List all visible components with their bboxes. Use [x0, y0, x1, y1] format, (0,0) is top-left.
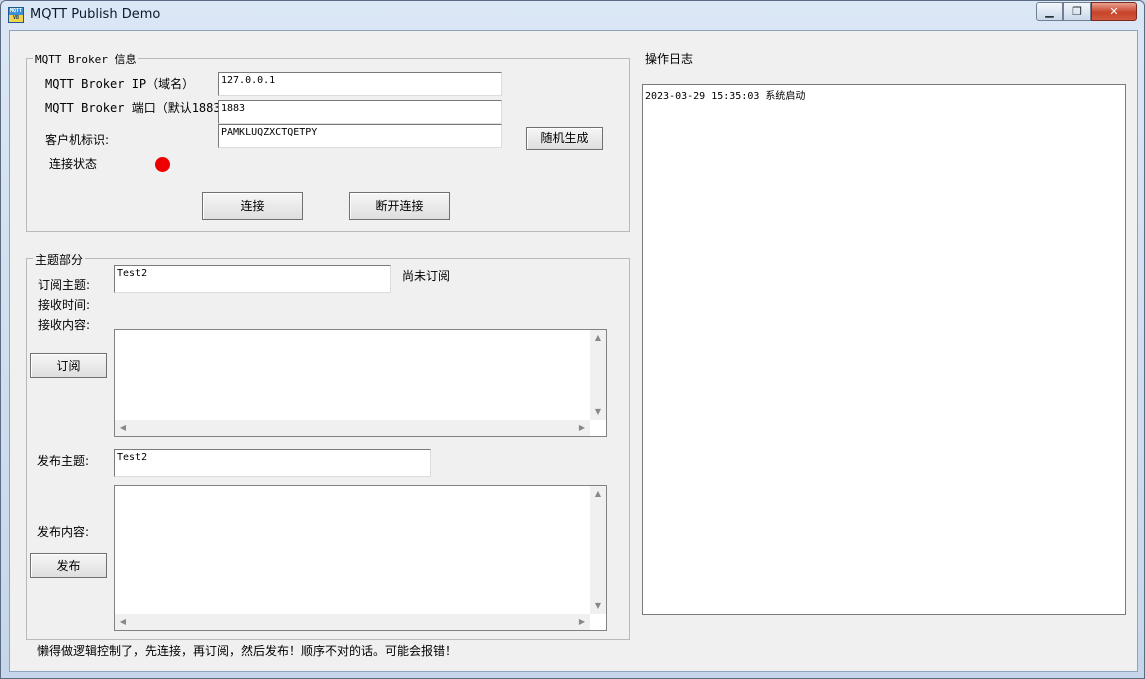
footer-note: 懒得做逻辑控制了，先连接，再订阅，然后发布！顺序不对的话。可能会报错！ [37, 644, 458, 658]
disconnect-button[interactable]: 断开连接 [349, 192, 450, 220]
app-icon: MQTT VB [8, 7, 24, 23]
connection-status-indicator [155, 157, 170, 172]
broker-group: MQTT Broker 信息 MQTT Broker IP（域名） 127.0.… [26, 51, 630, 232]
close-icon: ✕ [1109, 5, 1119, 18]
receive-content-textarea[interactable]: ▲ ▼ ◀ ▶ [114, 329, 607, 437]
scroll-down-icon[interactable]: ▼ [590, 404, 606, 420]
receive-vertical-scrollbar[interactable]: ▲ ▼ [590, 330, 606, 420]
topic-group-label: 主题部分 [33, 251, 86, 268]
publish-topic-input[interactable]: Test2 [114, 449, 431, 477]
scroll-left-icon[interactable]: ◀ [115, 614, 131, 630]
broker-ip-input[interactable]: 127.0.0.1 [218, 72, 502, 96]
maximize-icon: ❐ [1072, 5, 1082, 18]
scroll-right-icon[interactable]: ▶ [574, 420, 590, 436]
log-entries: 2023-03-29 15:35:03 系统启动 [643, 85, 1125, 104]
broker-ip-label: MQTT Broker IP（域名） [45, 77, 195, 91]
scroll-down-icon[interactable]: ▼ [590, 598, 606, 614]
minimize-icon: ▁ [1045, 5, 1054, 18]
operation-log-label: 操作日志 [645, 52, 694, 66]
subscribe-topic-input[interactable]: Test2 [114, 265, 391, 293]
publish-horizontal-scrollbar[interactable]: ◀ ▶ [115, 614, 590, 630]
topic-group: 主题部分 订阅主题: Test2 尚未订阅 接收时间: 接收内容: 订阅 ▲ ▼… [26, 251, 630, 640]
connect-button[interactable]: 连接 [202, 192, 303, 220]
publish-button[interactable]: 发布 [30, 553, 107, 578]
app-window: MQTT VB MQTT Publish Demo ▁ ❐ ✕ MQTT Brok… [0, 0, 1145, 679]
random-generate-button[interactable]: 随机生成 [526, 127, 603, 150]
receive-content-label: 接收内容: [38, 318, 91, 332]
maximize-button[interactable]: ❐ [1063, 2, 1091, 21]
broker-group-label: MQTT Broker 信息 [33, 51, 139, 67]
minimize-button[interactable]: ▁ [1036, 2, 1063, 21]
publish-content-label: 发布内容: [37, 525, 90, 539]
subscribe-button[interactable]: 订阅 [30, 353, 107, 378]
log-entry: 2023-03-29 15:35:03 系统启动 [645, 91, 806, 102]
close-button[interactable]: ✕ [1091, 2, 1137, 21]
scroll-right-icon[interactable]: ▶ [574, 614, 590, 630]
publish-vertical-scrollbar[interactable]: ▲ ▼ [590, 486, 606, 614]
receive-time-label: 接收时间: [38, 298, 91, 312]
client-area: MQTT Broker 信息 MQTT Broker IP（域名） 127.0.… [9, 30, 1138, 672]
client-id-input[interactable]: PAMKLUQZXCTQETPY [218, 124, 502, 148]
receive-horizontal-scrollbar[interactable]: ◀ ▶ [115, 420, 590, 436]
scroll-up-icon[interactable]: ▲ [590, 486, 606, 502]
operation-log-list[interactable]: 2023-03-29 15:35:03 系统启动 [642, 84, 1126, 615]
connection-status-label: 连接状态 [49, 157, 98, 171]
scroll-left-icon[interactable]: ◀ [115, 420, 131, 436]
broker-port-label: MQTT Broker 端口（默认1883） [45, 101, 233, 115]
subscribe-status-text: 尚未订阅 [402, 269, 451, 283]
title-bar[interactable]: MQTT VB MQTT Publish Demo ▁ ❐ ✕ [1, 1, 1144, 29]
broker-port-input[interactable]: 1883 [218, 100, 502, 124]
publish-content-textarea[interactable]: ▲ ▼ ◀ ▶ [114, 485, 607, 631]
publish-topic-label: 发布主题: [37, 454, 90, 468]
client-id-label: 客户机标识: [45, 133, 110, 147]
subscribe-topic-label: 订阅主题: [38, 278, 91, 292]
window-title: MQTT Publish Demo [30, 7, 161, 22]
scroll-up-icon[interactable]: ▲ [590, 330, 606, 346]
